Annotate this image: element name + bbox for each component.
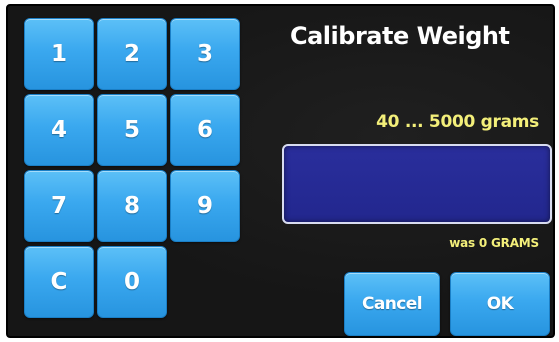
previous-value-label: was 0 GRAMS [449, 236, 539, 250]
ok-button[interactable]: OK [450, 272, 550, 336]
key-4[interactable]: 4 [24, 94, 94, 166]
key-0[interactable]: 0 [97, 246, 167, 318]
key-1[interactable]: 1 [24, 18, 94, 90]
key-7[interactable]: 7 [24, 170, 94, 242]
key-9[interactable]: 9 [170, 170, 240, 242]
key-5[interactable]: 5 [97, 94, 167, 166]
key-3[interactable]: 3 [170, 18, 240, 90]
dialog-title: Calibrate Weight [290, 22, 510, 50]
key-clear[interactable]: C [24, 246, 94, 318]
key-8[interactable]: 8 [97, 170, 167, 242]
range-hint: 40 ... 5000 grams [376, 112, 539, 132]
key-6[interactable]: 6 [170, 94, 240, 166]
key-2[interactable]: 2 [97, 18, 167, 90]
cancel-button[interactable]: Cancel [344, 272, 440, 336]
weight-entry-field[interactable] [282, 144, 552, 224]
calibration-screen: 1 2 3 4 5 6 7 8 9 C 0 Calibrate Weight 4… [6, 4, 555, 338]
